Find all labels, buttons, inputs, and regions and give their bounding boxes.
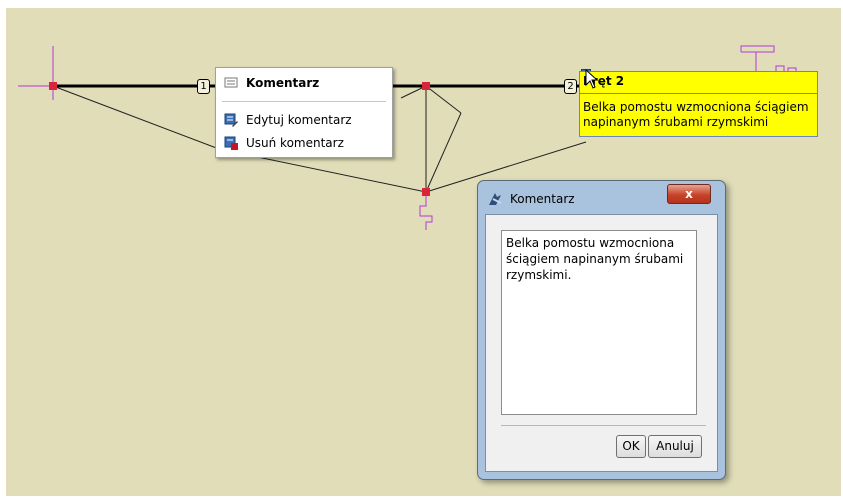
- tooltip-divider: [580, 93, 817, 94]
- support-spring-bottom: [419, 192, 433, 230]
- context-menu-header: Komentarz: [216, 74, 392, 94]
- comment-dialog: Komentarz x Belka pomostu wzmocniona ści…: [477, 180, 726, 480]
- tie-rod-left: [52, 85, 220, 150]
- dialog-separator: [501, 425, 706, 426]
- cancel-button[interactable]: Anuluj: [648, 435, 702, 458]
- app-icon: [489, 193, 502, 205]
- bar-label-2[interactable]: 2: [564, 79, 577, 94]
- comment-textarea[interactable]: Belka pomostu wzmocniona ściągiem napina…: [501, 230, 697, 415]
- ok-button[interactable]: OK: [616, 435, 646, 458]
- dialog-client-area: Belka pomostu wzmocniona ściągiem napina…: [485, 214, 718, 472]
- close-button[interactable]: x: [667, 184, 711, 204]
- node-center: [422, 82, 430, 90]
- node-bottom: [422, 188, 430, 196]
- menu-item-delete-comment[interactable]: Usuń komentarz: [216, 134, 392, 154]
- mouse-cursor-icon: [585, 69, 599, 89]
- menu-item-label: Usuń komentarz: [246, 136, 344, 150]
- bar-tooltip: Pręt 2 Belka pomostu wzmocniona ściągiem…: [579, 71, 818, 137]
- brace-right: [425, 85, 462, 114]
- context-menu-title: Komentarz: [246, 76, 320, 90]
- support-right-top: [740, 45, 775, 53]
- menu-separator: [222, 101, 386, 102]
- comment-icon: [224, 77, 238, 88]
- bar-label-1[interactable]: 1: [197, 79, 210, 94]
- tooltip-body: Belka pomostu wzmocniona ściągiem napina…: [583, 100, 809, 129]
- edit-comment-icon: [224, 113, 238, 127]
- delete-comment-icon: [224, 136, 238, 150]
- brace-right-down: [425, 112, 462, 193]
- menu-item-edit-comment[interactable]: Edytuj komentarz: [216, 111, 392, 131]
- menu-item-label: Edytuj komentarz: [246, 113, 352, 127]
- node-left: [49, 82, 57, 90]
- context-menu: Komentarz Edytuj komentarz Usuń komentar…: [215, 67, 393, 158]
- dialog-title: Komentarz: [510, 192, 575, 206]
